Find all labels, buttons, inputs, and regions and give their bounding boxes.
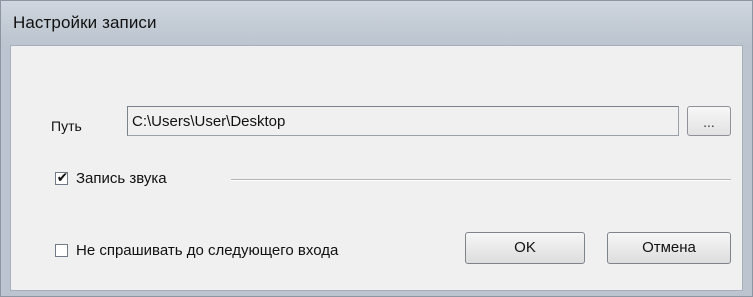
path-label: Путь (51, 118, 82, 134)
group-separator (231, 179, 731, 181)
dialog-title: Настройки записи (13, 13, 157, 32)
dont-ask-checkbox[interactable] (55, 244, 68, 257)
dont-ask-label[interactable]: Не спрашивать до следующего входа (76, 242, 338, 259)
record-sound-checkbox[interactable]: ✔ (55, 170, 69, 186)
ok-button[interactable]: OK (465, 232, 585, 264)
cancel-button[interactable]: Отмена (607, 232, 731, 264)
browse-button[interactable]: ... (687, 106, 731, 136)
dialog-window: Настройки записи Путь C:\Users\User\Desk… (0, 0, 753, 297)
dialog-content: Путь C:\Users\User\Desktop ... ✔ Запись … (10, 45, 743, 291)
checkmark-icon: ✔ (56, 170, 69, 186)
record-sound-label[interactable]: Запись звука (76, 170, 167, 187)
title-bar[interactable]: Настройки записи (1, 1, 752, 45)
path-input[interactable]: C:\Users\User\Desktop (127, 106, 679, 136)
